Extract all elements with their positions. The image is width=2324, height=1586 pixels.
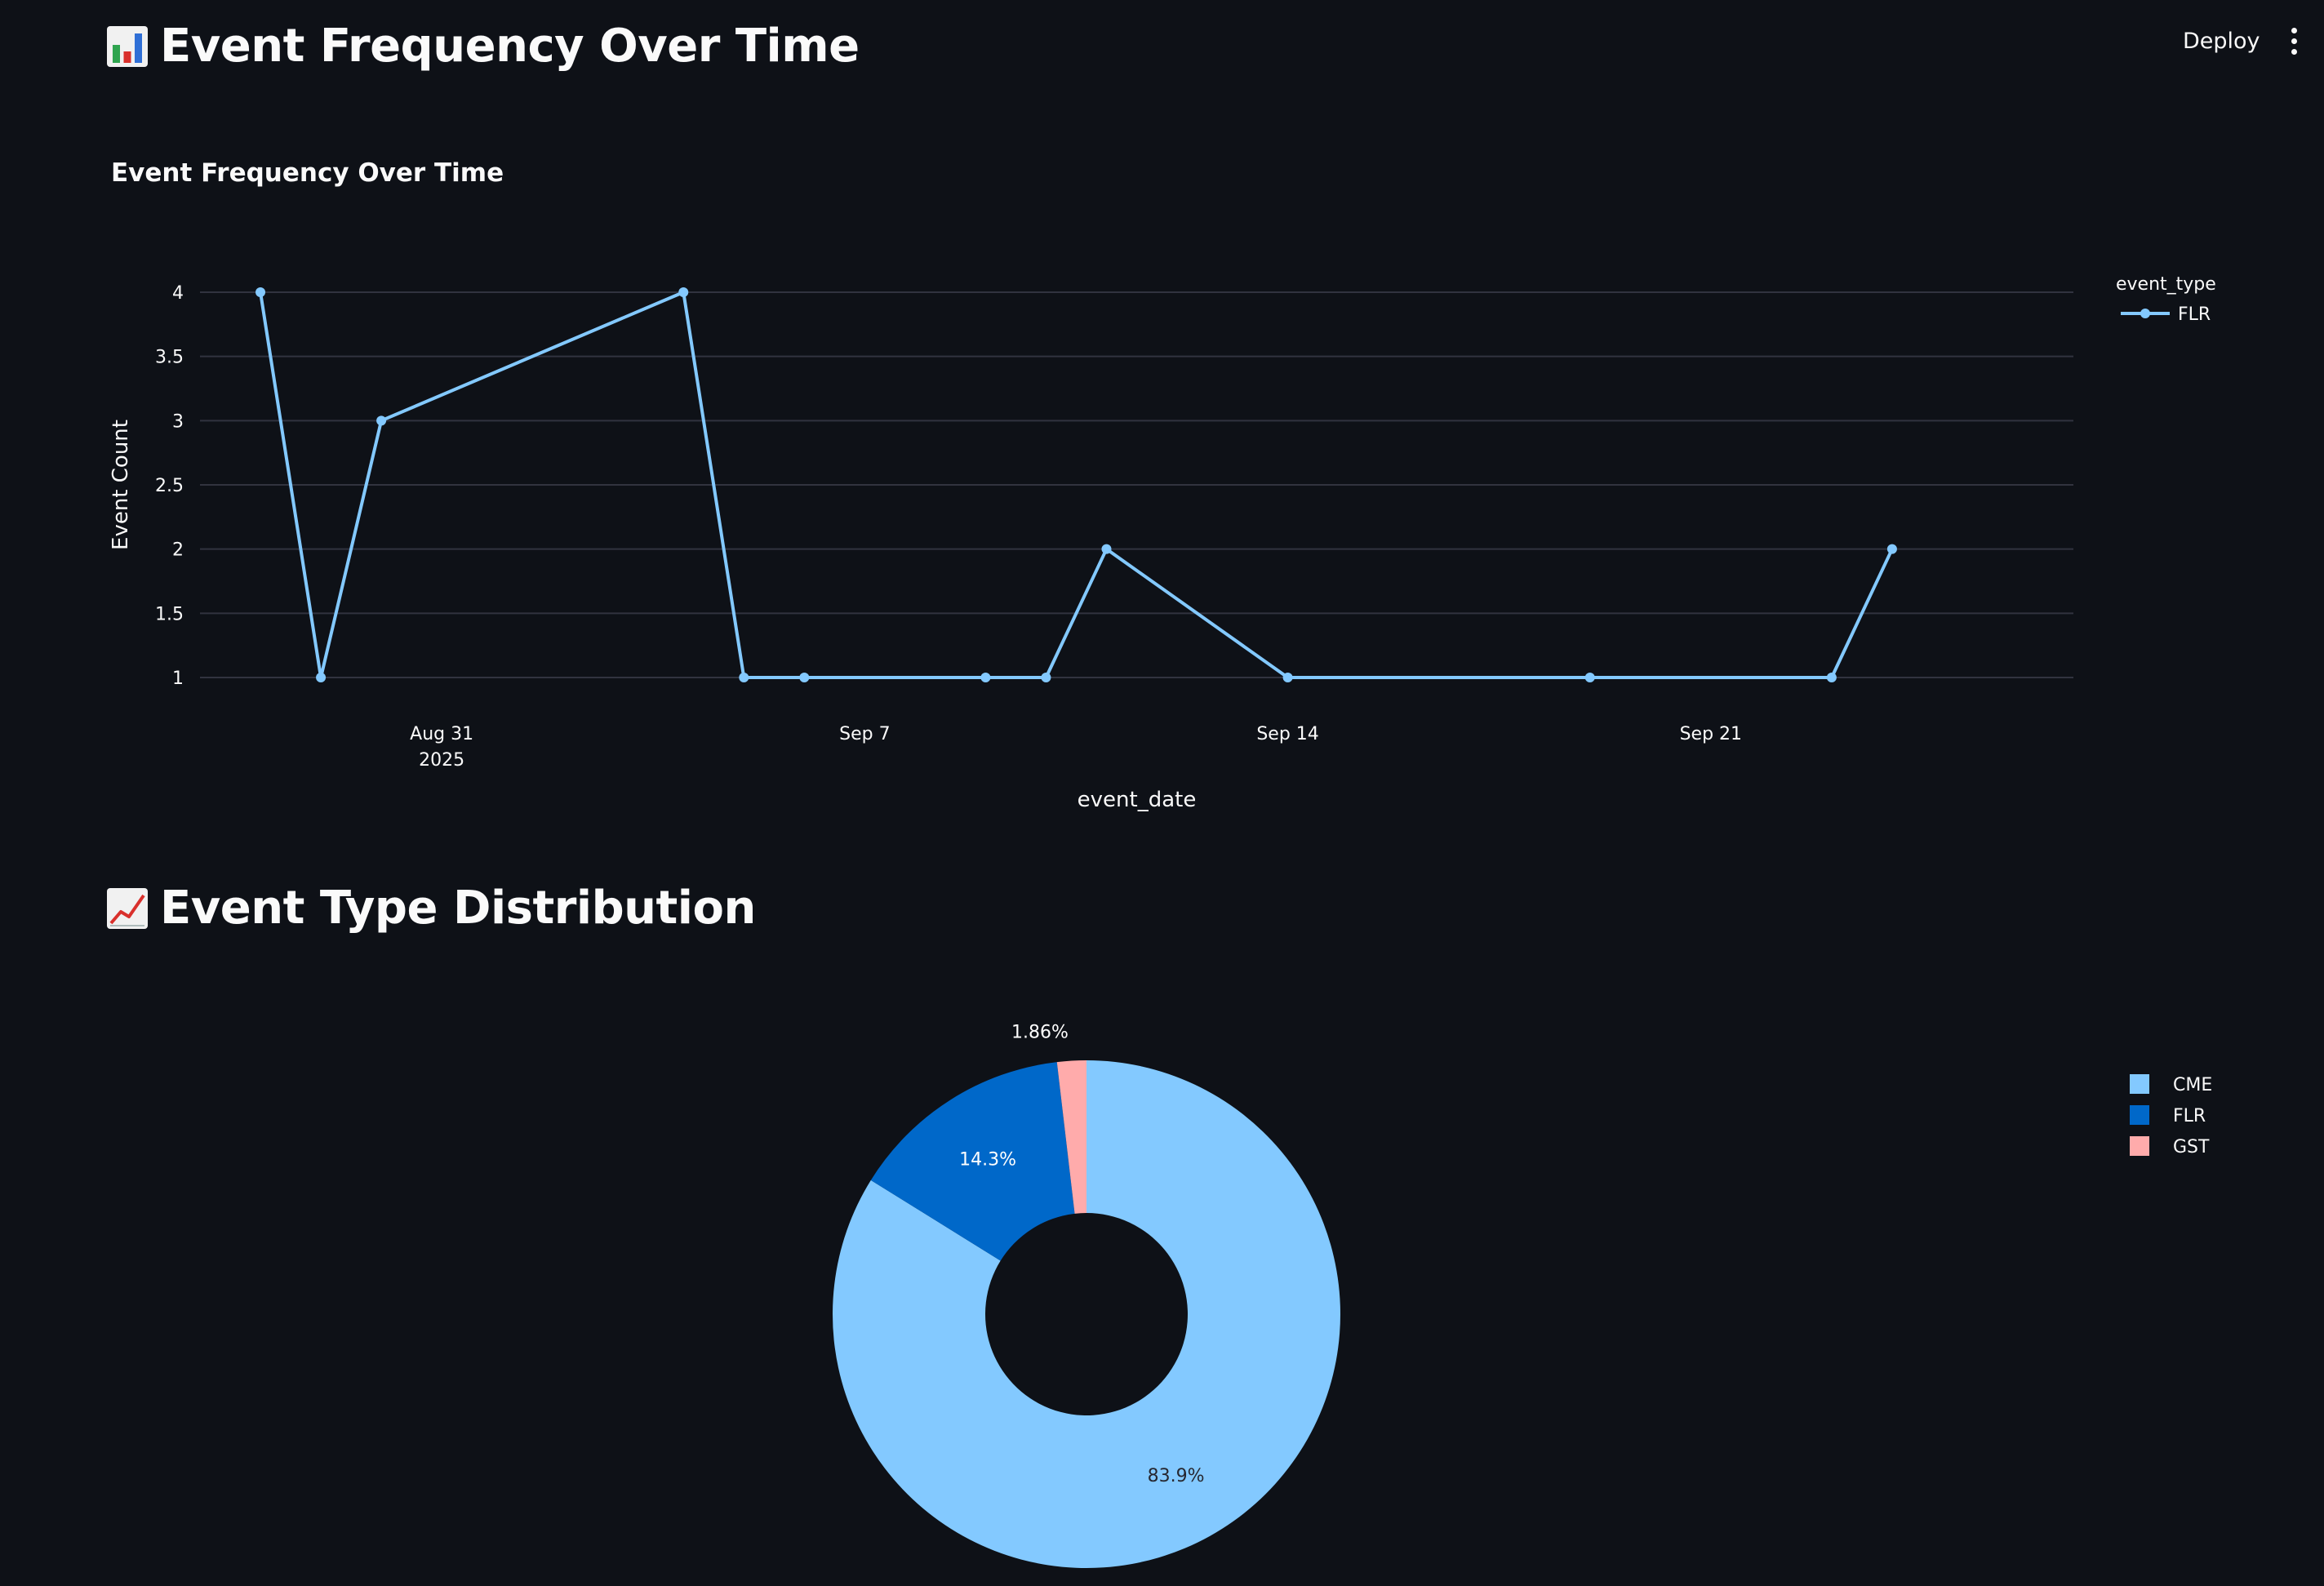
data-point [799, 673, 810, 682]
data-point [1826, 673, 1837, 682]
data-point [1041, 673, 1051, 682]
page-title-text: Event Frequency Over Time [160, 20, 860, 73]
data-point [376, 415, 387, 426]
x-tick-label: Aug 31 [410, 724, 473, 744]
section-title-text: Event Type Distribution [160, 882, 756, 935]
slice-percent-label: 1.86% [1011, 1023, 1069, 1043]
y-tick-label: 2.5 [155, 476, 184, 496]
data-point [1886, 544, 1897, 554]
data-point [739, 673, 749, 682]
legend-label: FLR [2178, 304, 2211, 325]
x-tick-label: Sep 14 [1256, 724, 1318, 744]
chart-title: Event Frequency Over Time [111, 158, 504, 188]
x-tick-label-year: 2025 [419, 750, 464, 771]
legend-label: FLR [2173, 1106, 2206, 1126]
section-title: Event Type Distribution [106, 882, 756, 935]
bar-chart-emoji-icon [107, 25, 148, 67]
event-type-donut-chart: 83.9% 14.3% 1.86% CME FLR GST [832, 1023, 2212, 1568]
main-menu-icon[interactable] [2282, 24, 2305, 57]
data-point [1282, 673, 1293, 682]
y-tick-label: 1 [172, 669, 184, 689]
y-tick-label: 3 [172, 411, 184, 432]
legend-swatch [2130, 1136, 2149, 1156]
event-frequency-line-chart: Event Frequency Over Time 1 1.5 2 2.5 3 3.5 4 Au… [109, 158, 2216, 812]
legend-title: event_type [2116, 274, 2216, 295]
data-point [316, 673, 327, 682]
slice-percent-label: 83.9% [1148, 1466, 1205, 1486]
data-point [1584, 673, 1595, 682]
y-axis-label: Event Count [109, 420, 133, 550]
legend-swatch [2130, 1105, 2149, 1125]
y-tick-label: 3.5 [155, 348, 184, 368]
x-tick-label: Sep 21 [1680, 724, 1742, 744]
page-title: Event Frequency Over Time [106, 20, 860, 73]
data-point [678, 287, 689, 297]
y-tick-label: 4 [172, 283, 184, 304]
data-point [256, 287, 266, 297]
legend-marker [2140, 309, 2150, 318]
y-tick-label: 2 [172, 540, 184, 561]
y-tick-label: 1.5 [155, 604, 184, 624]
legend-label: CME [2173, 1075, 2212, 1095]
legend-label: GST [2173, 1137, 2210, 1157]
x-axis-label: event_date [1078, 788, 1197, 812]
chart-increasing-emoji-icon [107, 887, 148, 929]
x-tick-label: Sep 7 [839, 724, 890, 744]
deploy-button[interactable]: Deploy [2170, 23, 2273, 59]
data-point [1101, 544, 1112, 554]
data-point [980, 673, 991, 682]
legend-swatch [2130, 1074, 2149, 1094]
slice-percent-label: 14.3% [959, 1150, 1016, 1171]
